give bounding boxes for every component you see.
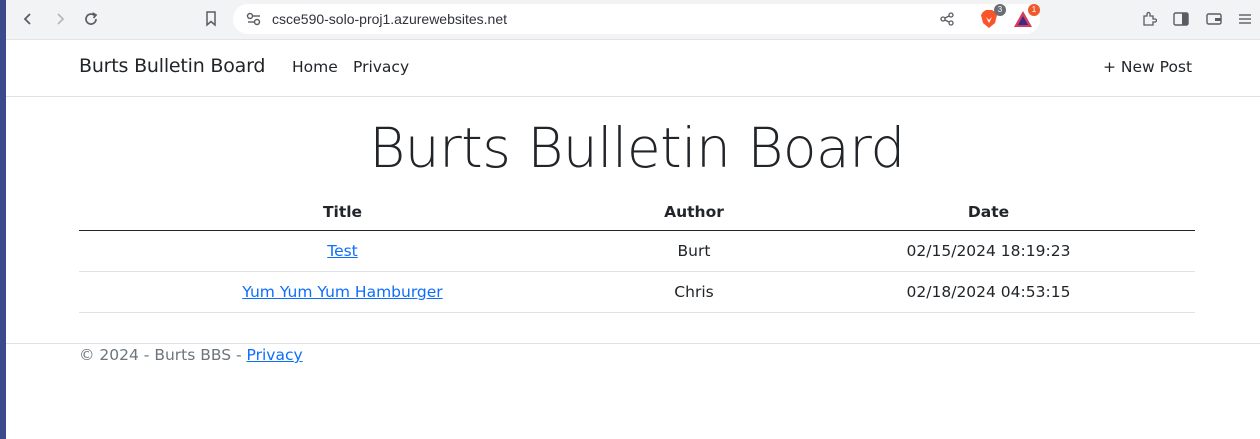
forward-button[interactable] [47,6,73,32]
site-brand[interactable]: Burts Bulletin Board [79,55,265,77]
extensions-button[interactable] [1136,6,1162,32]
hamburger-menu-icon [1239,14,1251,24]
post-author: Burt [606,230,782,272]
browser-toolbar: csce590-solo-proj1.azurewebsites.net 3 1 [6,0,1260,40]
bookmark-button[interactable] [198,6,224,32]
back-arrow-icon [23,13,31,25]
address-bar[interactable]: csce590-solo-proj1.azurewebsites.net [233,4,1040,34]
brave-rewards-button[interactable]: 1 [1010,4,1040,32]
post-date: 02/18/2024 04:53:15 [782,271,1195,313]
post-title-cell: Yum Yum Yum Hamburger [79,271,606,313]
post-title-link[interactable]: Yum Yum Yum Hamburger [242,283,442,301]
share-icon[interactable] [940,12,954,26]
post-title-cell: Test [79,230,606,272]
new-post-link[interactable]: + New Post [1103,58,1192,76]
site-navbar: Burts Bulletin Board Home Privacy + New … [6,40,1260,97]
sidebar-icon [1173,12,1189,26]
nav-home[interactable]: Home [292,58,338,76]
post-author: Chris [606,271,782,313]
browser-window: csce590-solo-proj1.azurewebsites.net 3 1 [6,0,1260,439]
footer-privacy-link[interactable]: Privacy [247,346,303,364]
reload-button[interactable] [78,6,104,32]
back-button[interactable] [15,6,41,32]
site-settings-icon[interactable] [246,12,262,26]
posts-table: Title Author Date Test Burt 02/15/2024 1… [79,193,1195,313]
copyright-text: © 2024 - Burts BBS - [79,346,247,364]
brave-shields-button[interactable]: 3 [976,4,1006,32]
post-date: 02/15/2024 18:19:23 [782,230,1195,272]
sidebar-button[interactable] [1168,6,1194,32]
post-title-link[interactable]: Test [327,242,358,260]
table-header-row: Title Author Date [79,193,1195,231]
table-row: Yum Yum Yum Hamburger Chris 02/18/2024 0… [79,271,1195,313]
shields-count-badge: 3 [994,4,1006,16]
column-date: Date [782,193,1195,231]
wallet-button[interactable] [1201,6,1227,32]
table-row: Test Burt 02/15/2024 18:19:23 [79,230,1195,272]
rewards-count-badge: 1 [1028,4,1040,16]
column-author: Author [606,193,782,231]
nav-privacy[interactable]: Privacy [353,58,409,76]
wallet-icon [1206,13,1222,25]
reload-icon [85,12,98,25]
puzzle-icon [1143,11,1157,26]
menu-button[interactable] [1232,6,1258,32]
forward-arrow-icon [57,13,65,25]
bookmark-icon [206,11,216,27]
column-title: Title [79,193,606,231]
url-text[interactable]: csce590-solo-proj1.azurewebsites.net [272,4,507,34]
site-footer: © 2024 - Burts BBS - Privacy [6,343,1260,364]
page-title: Burts Bulletin Board [369,116,905,180]
footer-text: © 2024 - Burts BBS - Privacy [79,346,303,364]
